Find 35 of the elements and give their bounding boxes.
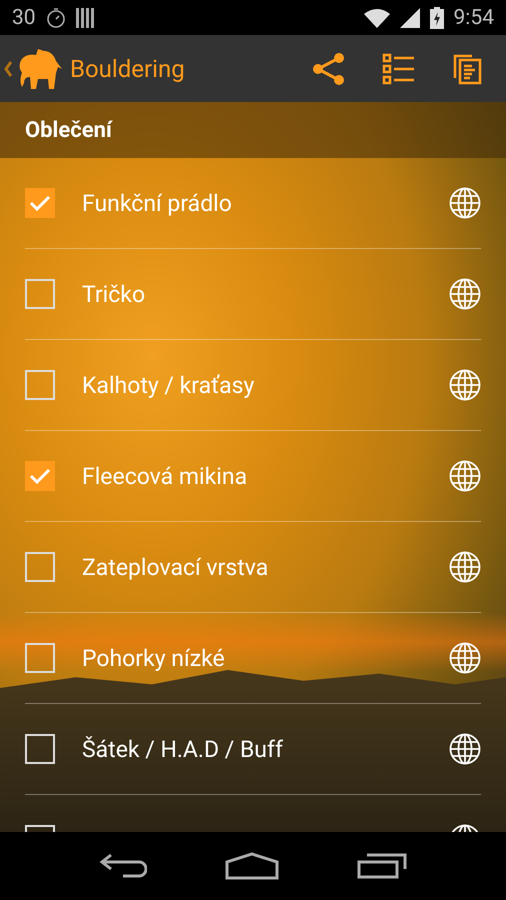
checkbox[interactable]	[25, 734, 55, 764]
checklist-button[interactable]	[382, 52, 416, 84]
globe-icon[interactable]	[449, 551, 481, 583]
back-chevron-icon[interactable]	[4, 60, 12, 76]
item-label: Pohorky nízké	[82, 644, 226, 672]
checkbox[interactable]	[25, 552, 55, 582]
item-label: Zateplovací vrstva	[82, 554, 270, 580]
share-button[interactable]	[312, 52, 346, 86]
wifi-icon	[364, 8, 390, 28]
item-label: Šátek / H.A.D / Buff	[82, 736, 284, 762]
item-label: Kalhoty / kraťasy	[82, 372, 256, 398]
check-icon	[29, 194, 51, 212]
checkbox[interactable]	[25, 370, 55, 400]
checkbox[interactable]	[25, 188, 55, 218]
item-label: Tričko	[82, 280, 146, 308]
notification-count: 30	[12, 6, 36, 30]
signal-icon	[400, 8, 420, 28]
checkbox[interactable]	[25, 279, 55, 309]
home-button[interactable]	[225, 852, 279, 880]
item-label: Funkční prádlo	[82, 190, 233, 216]
globe-icon[interactable]	[449, 733, 481, 765]
recent-apps-button[interactable]	[357, 853, 407, 879]
check-icon	[29, 467, 51, 485]
globe-icon[interactable]	[449, 642, 481, 674]
back-button[interactable]	[99, 853, 147, 879]
battery-icon	[430, 6, 444, 28]
checkbox[interactable]	[25, 643, 55, 673]
clock: 9:54	[454, 6, 494, 30]
stopwatch-icon	[46, 6, 66, 28]
barcode-icon	[76, 8, 94, 28]
copy-button[interactable]	[452, 52, 482, 84]
item-label: Fleecová mikina	[82, 462, 248, 490]
checkbox[interactable]	[25, 461, 55, 491]
app-title: Bouldering	[70, 54, 185, 82]
section-title: Oblečení	[25, 118, 112, 142]
